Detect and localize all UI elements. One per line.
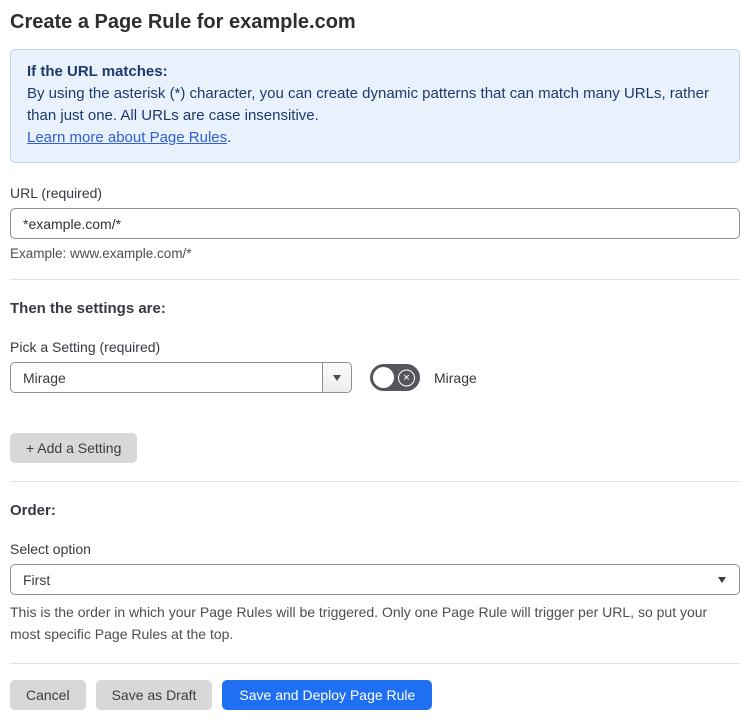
info-box-heading: If the URL matches: [27, 63, 168, 80]
save-deploy-button[interactable]: Save and Deploy Page Rule [222, 680, 433, 710]
mirage-toggle[interactable]: ✕ [370, 364, 420, 391]
pick-setting-label: Pick a Setting (required) [10, 339, 161, 355]
url-input[interactable] [10, 208, 740, 239]
chevron-down-icon [718, 576, 726, 583]
section-divider [10, 663, 740, 664]
create-page-rule-form: Create a Page Rule for example.com If th… [0, 0, 750, 720]
cancel-button[interactable]: Cancel [10, 680, 86, 710]
section-divider [10, 279, 740, 280]
setting-select-value: Mirage [23, 369, 66, 386]
add-setting-button[interactable]: + Add a Setting [10, 433, 138, 463]
toggle-knob [373, 367, 394, 388]
save-draft-button[interactable]: Save as Draft [95, 680, 213, 710]
info-box-link-line: Learn more about Page Rules. [27, 127, 723, 149]
settings-section-heading: Then the settings are: [10, 300, 166, 317]
toggle-setting-label: Mirage [434, 369, 477, 386]
url-match-info-box: If the URL matches: By using the asteris… [10, 49, 740, 163]
chevron-down-icon [333, 374, 341, 381]
setting-select[interactable]: Mirage [10, 362, 352, 393]
x-circle-icon: ✕ [398, 369, 415, 386]
info-box-body: By using the asterisk (*) character, you… [27, 85, 709, 124]
order-select-label: Select option [10, 541, 91, 557]
link-period: . [227, 129, 232, 146]
setting-select-arrow-button[interactable] [322, 363, 351, 392]
order-section-heading: Order: [10, 502, 56, 519]
order-select[interactable]: First [10, 564, 740, 595]
footer-actions: Cancel Save as Draft Save and Deploy Pag… [10, 680, 740, 720]
url-example-text: Example: www.example.com/* [10, 246, 192, 261]
url-field-label: URL (required) [10, 185, 103, 201]
section-divider [10, 481, 740, 482]
page-title: Create a Page Rule for example.com [10, 11, 356, 33]
learn-more-link[interactable]: Learn more about Page Rules [27, 129, 227, 146]
order-helper-text: This is the order in which your Page Rul… [10, 604, 708, 642]
order-select-value: First [23, 571, 51, 588]
setting-row: Mirage ✕ Mirage [10, 362, 740, 393]
